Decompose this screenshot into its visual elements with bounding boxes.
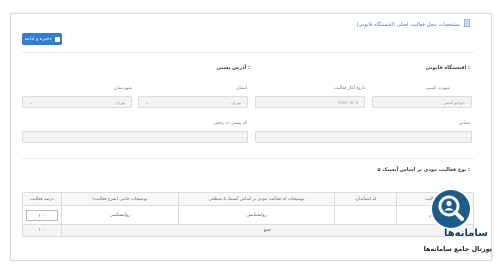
postal-code-field[interactable] — [22, 131, 248, 143]
col-activity-percent: درصد فعالیت — [22, 192, 62, 206]
cell-standard-code — [334, 205, 398, 225]
save-button-label: ذخیره و ادامه — [24, 36, 52, 42]
logo-badge — [432, 190, 470, 228]
province-select[interactable]: ⌄ تهران — [138, 96, 248, 108]
site-watermark-logo: سامانه‌ها پورتال جامع سامانه‌ها — [398, 190, 494, 262]
logo-name: سامانه‌ها — [443, 228, 488, 239]
page-title: مشخصات محل فعالیت اصلی (اقتستگاه قانونی) — [356, 22, 460, 28]
document-icon — [464, 19, 471, 27]
chevron-down-icon: ⌄ — [145, 100, 150, 106]
address-label: نشانی — [458, 121, 470, 126]
business-name-label: شهرت کسبی — [425, 86, 450, 91]
col-standard-code: کد استاندارد — [334, 192, 398, 206]
county-select[interactable]: ⌄ تهران — [22, 96, 132, 108]
col-isic-description: توضیحات کد فعالیت مودی بر اساس آیسیک ۵ س… — [177, 192, 336, 206]
cell-activity-percent: ۱۰۰ — [22, 205, 62, 225]
chevron-down-icon: ⌄ — [29, 100, 34, 106]
postal-section-heading: آدرس پستی : — [216, 65, 250, 71]
legal-section-heading: اقتستگاه قانونی : — [425, 65, 471, 71]
total-percent: ۱۰۰ — [22, 224, 62, 237]
business-name-field[interactable]: خواجو آشتی — [372, 96, 472, 108]
activity-section-heading: نوع فعالیت مودی بر اساس آیسیک ۵ : — [377, 167, 470, 173]
start-date-label: تاریخ آغاز فعالیت — [333, 86, 365, 91]
postal-code-label: کد پستی ده رقمی — [213, 121, 247, 126]
province-value: تهران — [231, 99, 241, 105]
header-divider — [22, 52, 474, 53]
logo-tagline: پورتال جامع سامانه‌ها — [423, 245, 492, 253]
magnifier-person-icon — [438, 195, 464, 221]
save-continue-button[interactable]: ذخیره و ادامه — [22, 33, 62, 45]
start-date-value: ۱۳۹۶/۰۸/۰۸ — [337, 99, 358, 105]
county-label: شهرستان — [114, 86, 132, 91]
cell-isic-description: روانشناسی — [177, 205, 336, 225]
county-value: تهران — [115, 99, 125, 105]
activity-percent-input[interactable]: ۱۰۰ — [26, 209, 58, 221]
cell-side-description: روانشناسی — [61, 205, 179, 225]
address-field[interactable] — [255, 131, 472, 143]
section-divider — [22, 158, 474, 159]
start-date-field[interactable]: ۱۳۹۶/۰۸/۰۸ — [255, 96, 365, 108]
col-side-description: توضیحات جانبی (شرح فعالیت) — [61, 192, 179, 206]
save-icon — [54, 36, 60, 42]
business-name-value: خواجو آشتی — [443, 99, 465, 105]
province-label: استان — [236, 86, 247, 91]
